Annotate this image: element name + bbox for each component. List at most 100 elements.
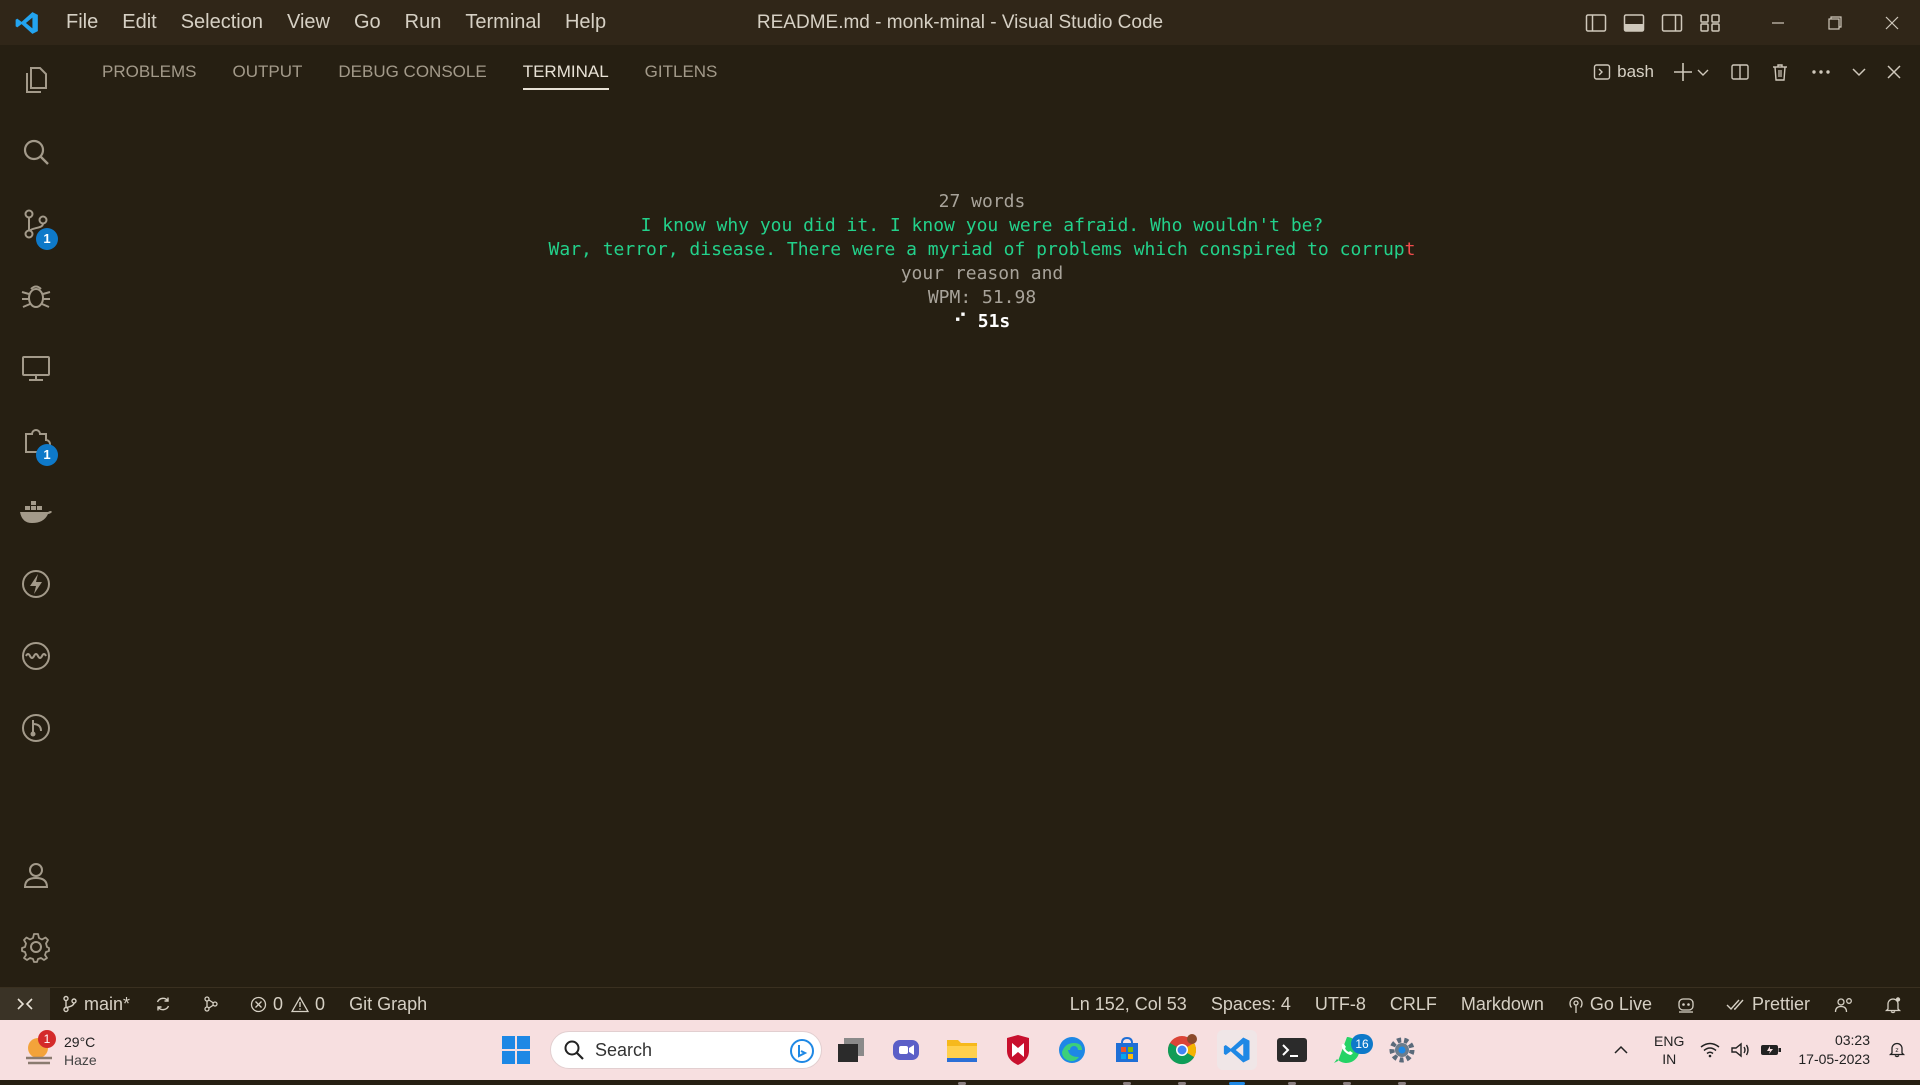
svg-text:z: z: [1895, 1047, 1898, 1054]
git-branch[interactable]: main*: [50, 988, 142, 1021]
docker-icon[interactable]: [0, 482, 72, 542]
typed-line-2-correct: War, terror, disease. There were a myria…: [548, 239, 1405, 260]
menu-terminal[interactable]: Terminal: [453, 0, 553, 45]
vscode-taskbar-icon[interactable]: [1217, 1030, 1257, 1085]
windows-taskbar: 1 29°C Haze Search 16 ENG IN 03:23 17-05…: [0, 1020, 1920, 1085]
weather-alert-badge: 1: [38, 1030, 56, 1048]
explorer-icon[interactable]: [0, 50, 72, 110]
terminal-name: bash: [1617, 61, 1654, 81]
taskbar-search[interactable]: Search: [550, 1031, 822, 1069]
tab-problems[interactable]: PROBLEMS: [102, 45, 196, 98]
windows-start-icon[interactable]: [496, 1030, 536, 1070]
teams-chat-icon[interactable]: [886, 1030, 926, 1070]
source-control-badge: 1: [36, 228, 58, 250]
whatsapp-unread-badge: 16: [1351, 1034, 1373, 1054]
sync-icon[interactable]: [142, 988, 190, 1021]
error-icon: [250, 996, 267, 1012]
remote-explorer-icon[interactable]: [0, 338, 72, 398]
gitlens-commit-graph-icon[interactable]: [190, 988, 238, 1021]
volume-icon: [1731, 1042, 1750, 1058]
notifications-bell-icon[interactable]: [1872, 988, 1920, 1021]
typed-line-2: War, terror, disease. There were a myria…: [72, 238, 1892, 262]
weather-widget[interactable]: 1 29°C Haze: [18, 1028, 128, 1074]
tab-debug-console[interactable]: DEBUG CONSOLE: [338, 45, 486, 98]
panel-tabs: PROBLEMS OUTPUT DEBUG CONSOLE TERMINAL G…: [102, 45, 753, 98]
typed-line-2-error: t: [1404, 239, 1416, 260]
new-terminal-icon[interactable]: [1672, 45, 1694, 98]
clock-date: 17-05-2023: [1798, 1051, 1870, 1067]
thunder-client-icon[interactable]: [0, 554, 72, 614]
show-hidden-icons-chevron-icon[interactable]: [1598, 1020, 1644, 1080]
menu-run[interactable]: Run: [393, 0, 454, 45]
quick-settings[interactable]: [1700, 1042, 1782, 1058]
search-placeholder: Search: [595, 1039, 653, 1060]
mcafee-icon[interactable]: [998, 1030, 1038, 1070]
terminal-output[interactable]: 27 words I know why you did it. I know y…: [72, 190, 1892, 334]
kill-terminal-trash-icon[interactable]: [1770, 45, 1790, 98]
live-share-icon[interactable]: [0, 626, 72, 686]
git-graph-icon[interactable]: [0, 698, 72, 758]
windows-terminal-icon[interactable]: [1272, 1030, 1312, 1085]
edge-browser-icon[interactable]: [1052, 1030, 1092, 1070]
problems-summary[interactable]: 0 0: [238, 988, 337, 1021]
task-view-icon[interactable]: [831, 1030, 871, 1070]
close-icon[interactable]: [1863, 0, 1920, 45]
clock[interactable]: 03:23 17-05-2023: [1798, 1031, 1870, 1069]
encoding[interactable]: UTF-8: [1303, 988, 1378, 1021]
terminal-panel: PROBLEMS OUTPUT DEBUG CONSOLE TERMINAL G…: [72, 45, 1920, 987]
copilot-icon[interactable]: [1664, 988, 1714, 1021]
region-code: IN: [1662, 1051, 1677, 1067]
manage-gear-icon[interactable]: [0, 917, 72, 977]
toggle-secondary-sidebar-icon[interactable]: [1653, 0, 1691, 45]
toggle-primary-sidebar-icon[interactable]: [1577, 0, 1615, 45]
accounts-icon[interactable]: [0, 845, 72, 905]
source-control-icon[interactable]: 1: [0, 194, 72, 254]
notification-center-icon[interactable]: z: [1882, 1020, 1912, 1080]
double-check-icon: [1726, 999, 1744, 1010]
search-icon[interactable]: [0, 122, 72, 182]
remote-indicator-icon[interactable]: [0, 987, 50, 1021]
language-mode[interactable]: Markdown: [1449, 988, 1556, 1021]
prettier-button[interactable]: Prettier: [1714, 988, 1822, 1021]
accounts-share-icon[interactable]: [1822, 988, 1872, 1021]
whatsapp-icon[interactable]: 16: [1327, 1030, 1373, 1085]
restore-icon[interactable]: [1806, 0, 1863, 45]
terminal-profile-selector[interactable]: bash: [1593, 45, 1654, 98]
menu-file[interactable]: File: [54, 0, 110, 45]
menu-help[interactable]: Help: [553, 0, 618, 45]
bing-icon[interactable]: [789, 1038, 815, 1064]
cursor-position[interactable]: Ln 152, Col 53: [1058, 988, 1199, 1021]
run-debug-icon[interactable]: [0, 266, 72, 326]
more-actions-icon[interactable]: [1810, 45, 1832, 98]
close-panel-icon[interactable]: [1886, 45, 1902, 98]
extensions-icon[interactable]: 1: [0, 410, 72, 470]
tab-output[interactable]: OUTPUT: [232, 45, 302, 98]
menu-edit[interactable]: Edit: [110, 0, 168, 45]
git-graph-button[interactable]: Git Graph: [337, 988, 439, 1021]
split-terminal-icon[interactable]: [1730, 45, 1750, 98]
timer-value: 51s: [977, 311, 1011, 332]
indentation[interactable]: Spaces: 4: [1199, 988, 1303, 1021]
weather-description: Haze: [64, 1052, 97, 1068]
toggle-panel-icon[interactable]: [1615, 0, 1653, 45]
menu-selection[interactable]: Selection: [169, 0, 275, 45]
minimize-icon[interactable]: [1749, 0, 1806, 45]
go-live-button[interactable]: Go Live: [1556, 988, 1664, 1021]
weather-temperature: 29°C: [64, 1034, 96, 1050]
file-explorer-icon[interactable]: [942, 1030, 982, 1085]
wpm-readout: WPM: 51.98: [927, 287, 1037, 308]
tab-gitlens[interactable]: GITLENS: [645, 45, 718, 98]
customize-layout-icon[interactable]: [1691, 0, 1729, 45]
maximize-panel-chevron-icon[interactable]: [1850, 45, 1868, 98]
microsoft-store-icon[interactable]: [1107, 1030, 1147, 1085]
pending-line-3: your reason and: [900, 263, 1064, 284]
menu-view[interactable]: View: [275, 0, 342, 45]
chrome-icon[interactable]: [1162, 1030, 1202, 1085]
branch-icon: [63, 995, 77, 1013]
end-of-line[interactable]: CRLF: [1378, 988, 1449, 1021]
settings-gear-icon[interactable]: [1382, 1030, 1422, 1085]
menu-go[interactable]: Go: [342, 0, 393, 45]
chevron-down-icon[interactable]: [1696, 45, 1710, 98]
input-language[interactable]: ENG IN: [1654, 1032, 1684, 1068]
tab-terminal[interactable]: TERMINAL: [522, 45, 609, 98]
